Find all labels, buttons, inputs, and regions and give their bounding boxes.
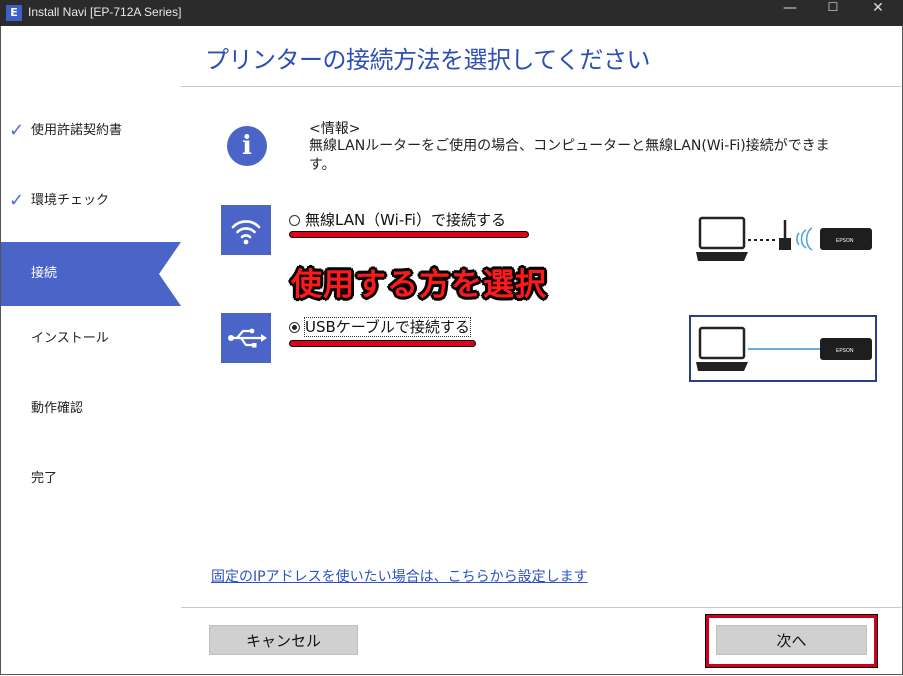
step-label: 環境チェック [31, 193, 110, 208]
step-environment-check: ✓ 環境チェック [1, 169, 181, 233]
static-ip-settings-link[interactable]: 固定のIPアドレスを使いたい場合は、こちらから設定します [211, 566, 588, 586]
printer-brand: EPSON [836, 238, 854, 244]
footer-divider [181, 607, 901, 608]
wifi-option-radio[interactable]: 無線LAN（Wi-Fi）で接続する [289, 209, 506, 230]
minimize-button[interactable]: — [767, 0, 813, 26]
step-label: 完了 [31, 471, 58, 486]
wifi-connection-diagram: EPSON [696, 216, 872, 261]
window-titlebar: E Install Navi [EP-712A Series] — ☐ ✕ [0, 0, 903, 26]
app-icon: E [6, 5, 22, 21]
step-label: 動作確認 [31, 401, 84, 416]
radio-unselected-icon [289, 215, 300, 226]
usb-option-label: USBケーブルで接続する [304, 317, 471, 337]
step-complete: 完了 [1, 447, 181, 511]
maximize-button[interactable]: ☐ [810, 0, 856, 26]
red-underline [290, 341, 475, 346]
printer-brand: EPSON [836, 348, 854, 354]
cancel-button[interactable]: キャンセル [209, 625, 358, 655]
radio-selected-icon [289, 322, 300, 333]
step-install: インストール [1, 307, 181, 371]
step-sidebar: ✓ 使用許諾契約書 ✓ 環境チェック 接続 インストール 動作確認 完了 [1, 87, 181, 607]
step-label: インストール [31, 331, 109, 346]
step-operation-check: 動作確認 [1, 377, 181, 441]
close-button[interactable]: ✕ [855, 0, 901, 26]
router-icon [779, 220, 791, 250]
usb-option-radio[interactable]: USBケーブルで接続する [289, 316, 471, 337]
wifi-option-label: 無線LAN（Wi-Fi）で接続する [305, 211, 506, 229]
red-underline [290, 232, 528, 237]
info-heading: <情報> [309, 121, 361, 137]
laptop-icon [698, 326, 746, 360]
title-divider [181, 86, 901, 87]
window-title: Install Navi [EP-712A Series] [28, 5, 182, 19]
step-connection: 接続 [1, 242, 181, 306]
page-title: プリンターの接続方法を選択してください [205, 46, 651, 74]
laptop-icon [698, 216, 746, 250]
checkmark-icon: ✓ [9, 190, 25, 211]
usb-connection-diagram: EPSON [696, 326, 872, 371]
info-body: 無線LANルーターをご使用の場合、コンピューターと無線LAN(Wi-Fi)接続が… [309, 138, 830, 173]
checkmark-icon: ✓ [9, 120, 25, 141]
wifi-icon [221, 205, 271, 255]
annotation-text: 使用する方を選択 [291, 267, 547, 303]
info-icon: i [227, 126, 267, 166]
usb-icon [221, 313, 271, 363]
step-label: 使用許諾契約書 [31, 123, 123, 138]
step-label: 接続 [31, 266, 58, 281]
step-license: ✓ 使用許諾契約書 [1, 99, 181, 163]
active-step-notch [159, 242, 181, 306]
next-button[interactable]: 次へ [716, 625, 867, 655]
